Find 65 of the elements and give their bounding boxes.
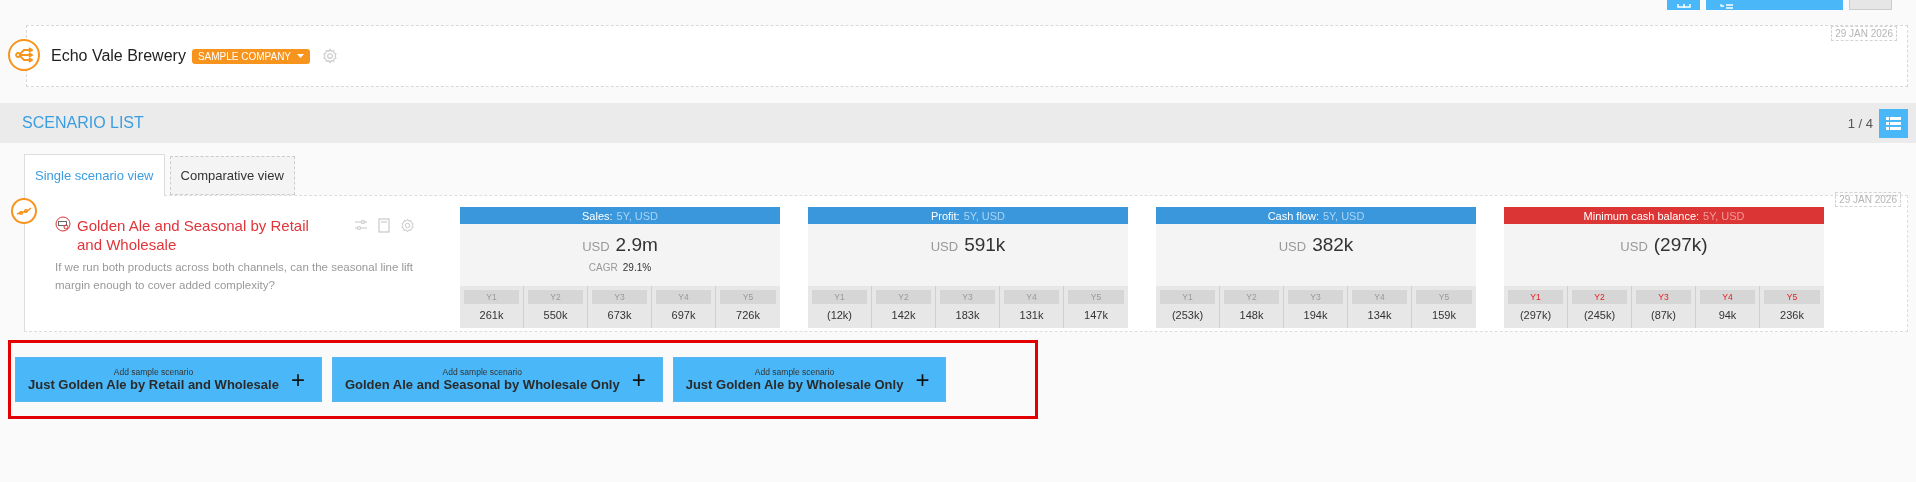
caret-icon (297, 54, 305, 58)
date-tag: 29 JAN 2026 (1831, 26, 1897, 41)
year-label: Y5 (1764, 290, 1820, 304)
year-value: 183k (954, 309, 981, 321)
date-tag: 29 JAN 2026 (1835, 192, 1901, 207)
list-icon (1886, 116, 1901, 130)
add-sample-scenario-button[interactable]: Add sample scenario Golden Ale and Seasonal by Wholesale Only + (331, 357, 663, 402)
currency-label: USD (1620, 239, 1648, 254)
metric-total: 2.9m (615, 234, 658, 256)
year-value: 142k (890, 309, 917, 321)
year-value: (253k) (1170, 309, 1205, 321)
currency-label: USD (1278, 239, 1307, 254)
metric-header: Minimum cash balance: 5Y, USD (1504, 207, 1824, 224)
year-value: 673k (606, 309, 633, 321)
year-label: Y4 (1700, 290, 1755, 304)
metric-total: (297k) (1653, 234, 1708, 256)
toolbar-button[interactable] (1706, 0, 1843, 10)
year-label: Y2 (1572, 290, 1627, 304)
year-value: 194k (1302, 309, 1329, 321)
year-label: Y1 (464, 290, 519, 304)
sliders-icon[interactable] (354, 218, 368, 232)
year-value: 94k (1717, 309, 1738, 321)
metric-total: 591k (964, 234, 1006, 256)
notebook-icon[interactable] (378, 218, 390, 233)
metric-header: Cash flow: 5Y, USD (1156, 207, 1476, 224)
menu-button[interactable] (1849, 0, 1892, 10)
settings-icon[interactable] (400, 218, 415, 233)
year-value: (297k) (1518, 309, 1553, 321)
year-value: 236k (1779, 309, 1805, 321)
list-view-button[interactable] (1879, 108, 1908, 138)
currency-label: USD (930, 239, 959, 254)
company-name: Echo Vale Brewery (51, 47, 186, 65)
year-value: 147k (1083, 309, 1109, 321)
year-value: (12k) (825, 309, 854, 321)
year-value: 131k (1018, 309, 1045, 321)
scenario-description: If we run both products across both channels, can the seasonal line lift margin enough to cover added complexity? (55, 260, 414, 293)
year-label: Y1 (1160, 290, 1215, 304)
list-icon (1720, 4, 1734, 10)
year-value: 148k (1238, 309, 1265, 321)
year-value: 159k (1431, 309, 1457, 321)
year-value: 261k (478, 309, 505, 321)
cagr-label: CAGR (588, 262, 618, 273)
metric-total: 382k (1312, 234, 1354, 256)
cagr-value: 29.1% (622, 262, 652, 273)
year-label: Y1 (1508, 290, 1563, 304)
year-value: 550k (542, 309, 569, 321)
year-value: (245k) (1582, 309, 1617, 321)
currency-label: USD (582, 239, 610, 254)
money-icon (55, 216, 71, 232)
year-value: 697k (670, 309, 697, 321)
metric-header: Profit: 5Y, USD (808, 207, 1128, 224)
year-value: (87k) (1649, 309, 1678, 321)
year-value: 134k (1366, 309, 1393, 321)
export-button[interactable] (1667, 0, 1700, 10)
section-title: SCENARIO LIST (22, 114, 145, 132)
year-value: 726k (735, 309, 761, 321)
scenario-title[interactable]: Golden Ale and Seasonal by Retail and Wholesale (77, 216, 322, 254)
year-label: Y1 (812, 290, 867, 304)
add-sample-scenario-button[interactable]: Add sample scenario Just Golden Ale by Retail and Wholesale + (15, 357, 322, 402)
metric-header: Sales: 5Y, USD (460, 207, 780, 224)
settings-icon[interactable] (322, 48, 339, 64)
view-tab[interactable]: Comparative view (169, 156, 295, 195)
add-sample-scenario-button[interactable]: Add sample scenario Just Golden Ale by Wholesale Only + (672, 357, 947, 402)
page-counter: 1 / 4 (1847, 115, 1873, 131)
year-label: Y3 (1636, 290, 1691, 304)
